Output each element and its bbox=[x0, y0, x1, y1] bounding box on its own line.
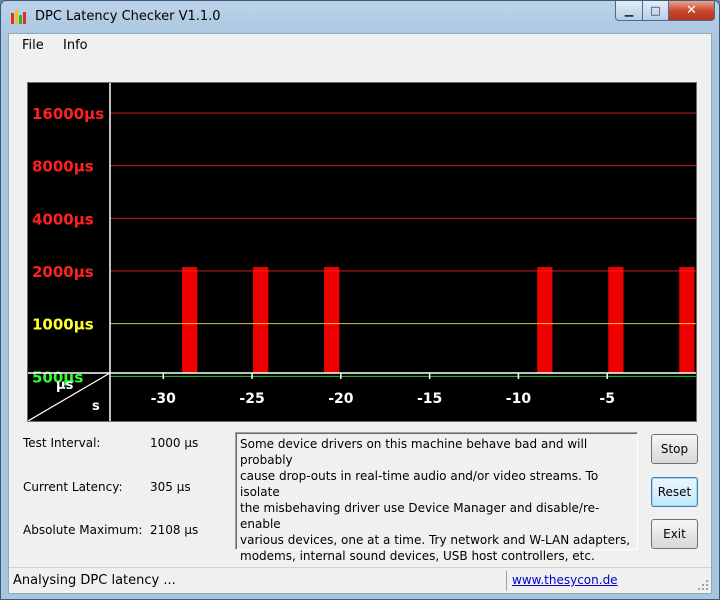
menu-bar: File Info bbox=[9, 34, 711, 58]
y-tick-label: 16000µs bbox=[32, 105, 104, 123]
message-line: Some device drivers on this machine beha… bbox=[240, 437, 588, 467]
latency-bar bbox=[182, 267, 198, 373]
message-line: the misbehaving driver use Device Manage… bbox=[240, 501, 600, 531]
x-tick-label: -10 bbox=[506, 391, 532, 407]
menu-file[interactable]: File bbox=[22, 38, 44, 53]
menu-info[interactable]: Info bbox=[63, 38, 88, 53]
status-text: Analysing DPC latency ... bbox=[13, 573, 176, 588]
unit-label: µs bbox=[56, 378, 74, 393]
latency-graph: 16000µs 8000µs 4000µs 2000µs 1000µs 500µs µs s -… bbox=[27, 82, 697, 422]
test-interval-value: 1000 µs bbox=[150, 436, 199, 450]
minimize-button[interactable]: ▁ bbox=[615, 1, 643, 21]
x-tick-label: -30 bbox=[151, 391, 177, 407]
reset-button[interactable]: Reset bbox=[651, 477, 698, 507]
absolute-maximum-label: Absolute Maximum: bbox=[23, 523, 143, 537]
app-window: DPC Latency Checker V1.1.0 ▁ □ ✕ File In… bbox=[0, 0, 720, 600]
latency-bar bbox=[679, 267, 695, 373]
window-title: DPC Latency Checker V1.1.0 bbox=[35, 9, 221, 24]
x-tick-label: -15 bbox=[417, 391, 442, 407]
client-area: File Info 16000µs 8000µs 4000µs 2000µs 1000µ… bbox=[8, 33, 712, 594]
current-latency-value: 305 µs bbox=[150, 480, 191, 494]
message-line: modems, internal sound devices, USB host… bbox=[240, 549, 595, 563]
x-unit-label: s bbox=[92, 399, 100, 414]
current-latency-label: Current Latency: bbox=[23, 480, 123, 494]
title-bar[interactable]: DPC Latency Checker V1.1.0 ▁ □ ✕ bbox=[1, 1, 719, 33]
status-separator bbox=[506, 571, 507, 591]
x-tick-label: -5 bbox=[599, 391, 615, 407]
x-tick-label: -25 bbox=[239, 391, 264, 407]
y-tick-label: 2000µs bbox=[32, 263, 94, 281]
close-button[interactable]: ✕ bbox=[669, 1, 715, 21]
latency-bar bbox=[253, 267, 269, 373]
message-line: cause drop-outs in real-time audio and/o… bbox=[240, 469, 599, 499]
test-interval-label: Test Interval: bbox=[23, 436, 101, 450]
status-bar: Analysing DPC latency ... www.thesycon.d… bbox=[9, 567, 711, 593]
caption-buttons: ▁ □ ✕ bbox=[615, 1, 715, 23]
latency-chart: 16000µs8000µs4000µs2000µs1000µs500µsµss -… bbox=[28, 83, 696, 421]
maximize-button[interactable]: □ bbox=[643, 1, 669, 21]
y-tick-label: 4000µs bbox=[32, 210, 94, 228]
latency-bar bbox=[537, 267, 553, 373]
y-tick-label: 1000µs bbox=[32, 316, 94, 334]
absolute-maximum-value: 2108 µs bbox=[150, 523, 199, 537]
stop-button[interactable]: Stop bbox=[651, 434, 698, 464]
y-tick-label: 8000µs bbox=[32, 158, 94, 176]
app-icon bbox=[11, 10, 26, 24]
resize-grip-icon[interactable] bbox=[697, 579, 709, 591]
x-tick-label: -20 bbox=[328, 391, 354, 407]
message-line: various devices, one at a time. Try netw… bbox=[240, 533, 631, 547]
exit-button[interactable]: Exit bbox=[651, 519, 698, 549]
latency-bar bbox=[608, 267, 624, 373]
latency-bar bbox=[324, 267, 340, 373]
website-link[interactable]: www.thesycon.de bbox=[512, 573, 618, 587]
diagnosis-message: Some device drivers on this machine beha… bbox=[235, 432, 638, 563]
